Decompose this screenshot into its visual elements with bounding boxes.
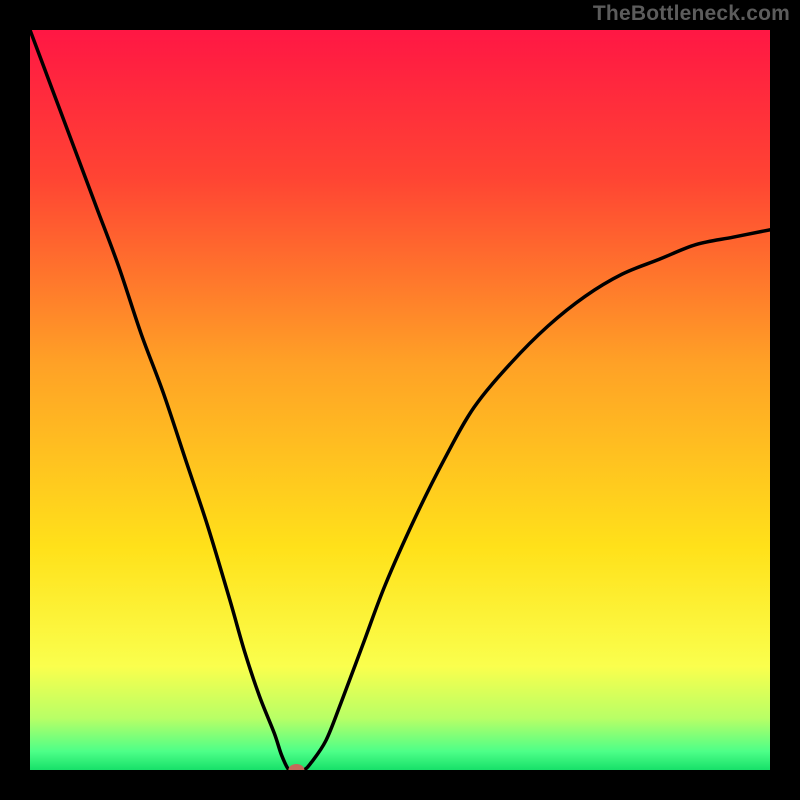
attribution-text: TheBottleneck.com	[593, 2, 790, 26]
chart-svg	[30, 30, 770, 770]
plot-area	[30, 30, 770, 770]
gradient-background	[30, 30, 770, 770]
chart-frame: TheBottleneck.com	[0, 0, 800, 800]
